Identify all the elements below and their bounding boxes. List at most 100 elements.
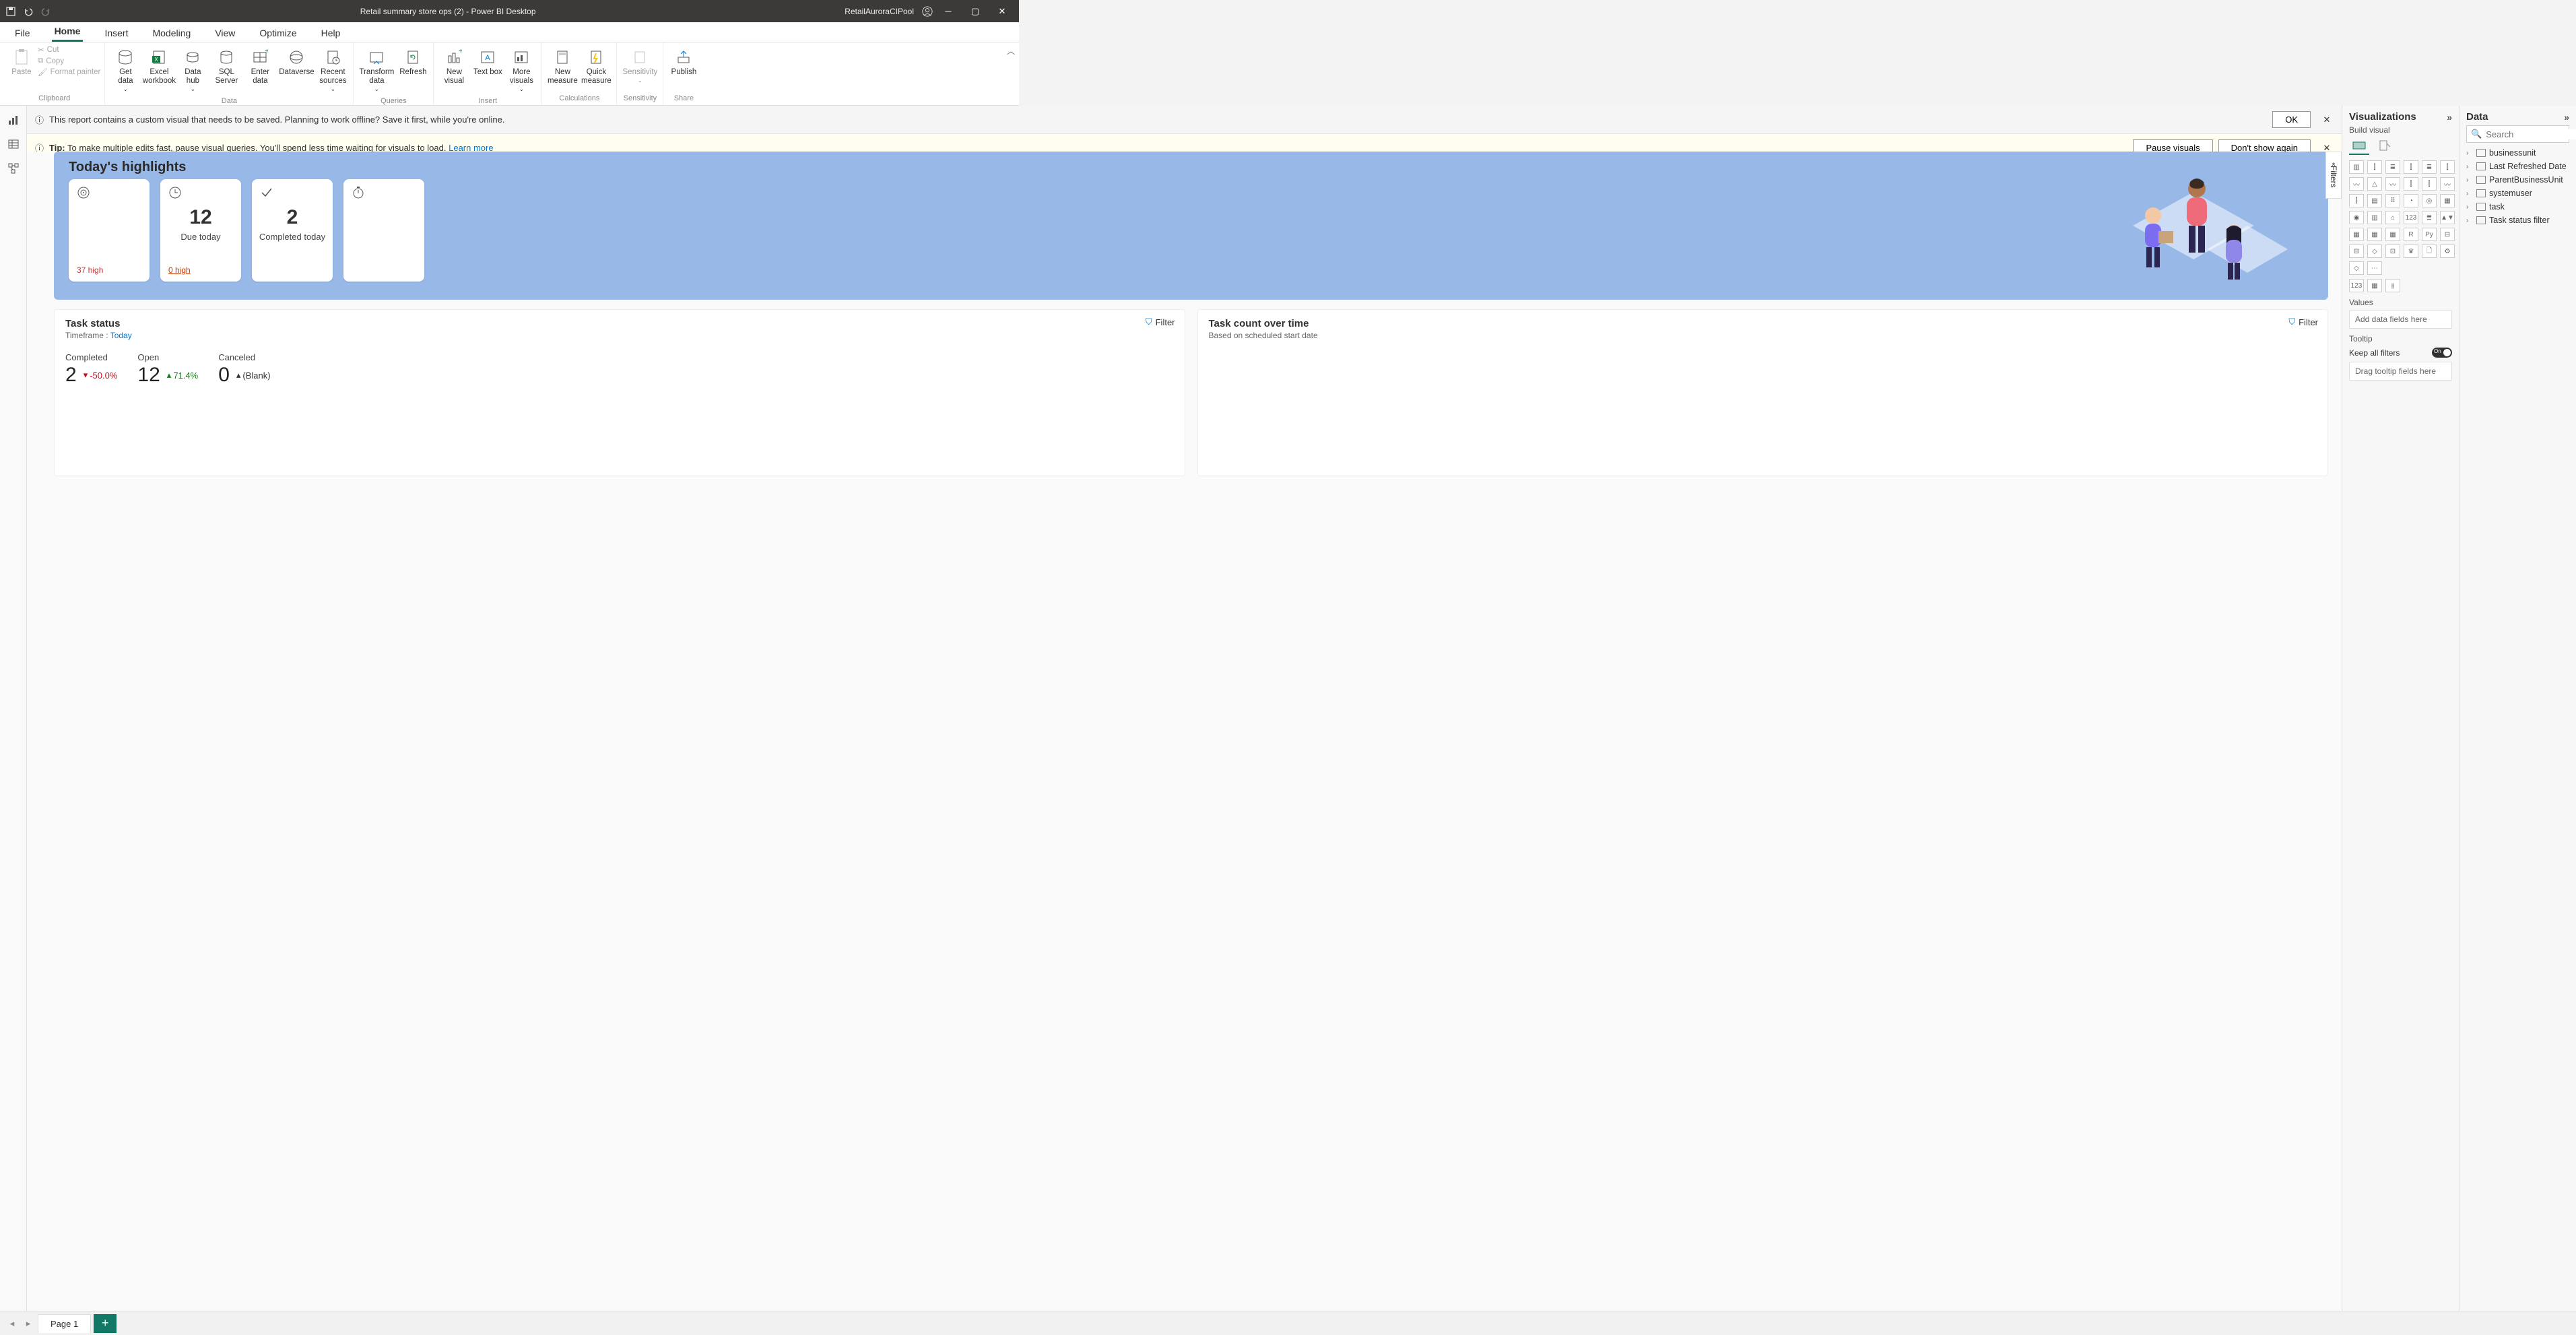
copy-button[interactable]: ⧉Copy bbox=[38, 57, 100, 65]
format-visual-tab[interactable] bbox=[2375, 137, 2395, 155]
cut-button[interactable]: ✂Cut bbox=[38, 45, 100, 55]
collapse-icon[interactable]: » bbox=[2447, 112, 2452, 123]
data-view-icon[interactable] bbox=[6, 137, 21, 152]
report-view-icon[interactable] bbox=[6, 112, 21, 127]
add-page-button[interactable]: + bbox=[94, 1314, 117, 1333]
search-input[interactable] bbox=[2486, 129, 2576, 139]
keep-filters-toggle[interactable]: On bbox=[2432, 348, 2452, 358]
viz-type-icon[interactable]: ▦ bbox=[2367, 228, 2382, 241]
viz-type-icon[interactable]: 123 bbox=[2404, 211, 2418, 224]
viz-type-icon[interactable]: ♛ bbox=[2404, 245, 2418, 258]
page-prev-icon[interactable]: ◂ bbox=[5, 1317, 19, 1330]
viz-type-icon[interactable]: ◎ bbox=[2422, 194, 2437, 207]
timeframe-link[interactable]: Today bbox=[110, 331, 132, 340]
viz-type-icon[interactable]: ▦ bbox=[2367, 279, 2382, 292]
viz-type-icon[interactable]: ⋯ bbox=[2367, 261, 2382, 275]
banner1-close-icon[interactable]: ✕ bbox=[2320, 113, 2334, 127]
refresh-button[interactable]: Refresh bbox=[397, 45, 429, 79]
undo-icon[interactable] bbox=[23, 6, 34, 17]
card-due-today[interactable]: 12 Due today 0 high bbox=[160, 179, 241, 282]
collapse-icon[interactable]: » bbox=[2564, 112, 2569, 123]
data-hub-button[interactable]: Data hub⌄ bbox=[176, 45, 209, 96]
viz-type-icon[interactable]: ▦ bbox=[2349, 228, 2364, 241]
viz-type-icon[interactable]: ⊟ bbox=[2440, 228, 2455, 241]
tab-optimize[interactable]: Optimize bbox=[257, 24, 299, 42]
paste-button[interactable]: Paste bbox=[5, 45, 38, 79]
card-stopwatch[interactable] bbox=[343, 179, 424, 282]
minimize-button[interactable]: ─ bbox=[937, 3, 960, 20]
viz-type-icon[interactable]: ⫿ bbox=[2404, 160, 2418, 174]
values-well[interactable]: Add data fields here bbox=[2349, 310, 2452, 329]
redo-icon[interactable] bbox=[40, 6, 51, 17]
transform-data-button[interactable]: Transform data⌄ bbox=[358, 45, 395, 96]
dataverse-button[interactable]: Dataverse bbox=[277, 45, 315, 79]
new-measure-button[interactable]: New measure bbox=[546, 45, 579, 88]
tooltip-well[interactable]: Drag tooltip fields here bbox=[2349, 362, 2452, 381]
maximize-button[interactable]: ▢ bbox=[964, 3, 987, 20]
viz-type-icon[interactable]: ▥ bbox=[2349, 160, 2364, 174]
viz-type-icon[interactable]: ⫿ bbox=[2349, 194, 2364, 207]
tab-file[interactable]: File bbox=[12, 24, 33, 42]
viz-type-icon[interactable]: 〰 bbox=[2349, 177, 2364, 191]
viz-type-icon[interactable]: ⌂ bbox=[2385, 211, 2400, 224]
report-canvas[interactable]: Today's highlights 37 high 12 Due today … bbox=[27, 152, 2342, 1311]
viz-type-icon[interactable]: ⫿ bbox=[2404, 177, 2418, 191]
viz-type-icon[interactable]: ▦ bbox=[2385, 228, 2400, 241]
tab-view[interactable]: View bbox=[212, 24, 238, 42]
filter-button[interactable]: ⛉Filter bbox=[2288, 317, 2318, 327]
card-target[interactable]: 37 high bbox=[69, 179, 150, 282]
filters-collapsed-tab[interactable]: « Filters bbox=[2325, 152, 2342, 199]
excel-button[interactable]: XExcel workbook bbox=[143, 45, 175, 88]
text-box-button[interactable]: AText box bbox=[471, 45, 504, 79]
close-window-button[interactable]: ✕ bbox=[991, 3, 1014, 20]
user-avatar-icon[interactable] bbox=[922, 6, 933, 17]
viz-type-icon[interactable]: ≣ bbox=[2422, 160, 2437, 174]
tab-insert[interactable]: Insert bbox=[102, 24, 131, 42]
viz-type-icon[interactable]: ≣ bbox=[2422, 211, 2437, 224]
viz-type-icon[interactable]: R bbox=[2404, 228, 2418, 241]
viz-type-icon[interactable]: 〰 bbox=[2385, 177, 2400, 191]
viz-type-icon[interactable]: ▦ bbox=[2440, 194, 2455, 207]
more-visuals-button[interactable]: More visuals⌄ bbox=[505, 45, 537, 96]
viz-type-icon[interactable]: ≣ bbox=[2385, 160, 2400, 174]
enter-data-button[interactable]: +Enter data bbox=[244, 45, 276, 88]
viz-type-icon[interactable]: 🗋 bbox=[2422, 245, 2437, 258]
filter-button[interactable]: ⛉Filter bbox=[1146, 317, 1175, 327]
panel-task-status[interactable]: ⛉Filter Task status Timeframe : Today Co… bbox=[54, 309, 1185, 476]
field-table[interactable]: ›task bbox=[2466, 202, 2569, 211]
viz-type-icon[interactable]: ⫿ bbox=[2367, 160, 2382, 174]
field-table[interactable]: ›Task status filter bbox=[2466, 216, 2569, 225]
viz-type-icon[interactable]: ◇ bbox=[2349, 261, 2364, 275]
viz-type-icon[interactable]: ▲▼ bbox=[2440, 211, 2455, 224]
tab-help[interactable]: Help bbox=[319, 24, 343, 42]
viz-type-icon[interactable]: ⫿ bbox=[2440, 160, 2455, 174]
publish-button[interactable]: Publish bbox=[667, 45, 700, 79]
save-icon[interactable] bbox=[5, 6, 16, 17]
viz-type-icon[interactable]: ⫵ bbox=[2385, 279, 2400, 292]
viz-type-icon[interactable]: ▤ bbox=[2367, 194, 2382, 207]
sensitivity-button[interactable]: Sensitivity⌄ bbox=[621, 45, 659, 87]
format-painter-button[interactable]: 🖌Format painter bbox=[38, 67, 100, 77]
viz-type-icon[interactable]: ▥ bbox=[2367, 211, 2382, 224]
viz-type-icon[interactable]: ◇ bbox=[2367, 245, 2382, 258]
quick-measure-button[interactable]: Quick measure bbox=[580, 45, 612, 88]
card-footnote[interactable]: 0 high bbox=[168, 265, 191, 275]
field-table[interactable]: ›systemuser bbox=[2466, 189, 2569, 198]
ribbon-collapse-icon[interactable]: ︿ bbox=[1007, 45, 1015, 57]
viz-type-icon[interactable]: ◔ bbox=[2404, 194, 2418, 207]
viz-type-icon[interactable]: ⚙ bbox=[2440, 245, 2455, 258]
panel-task-count[interactable]: ⛉Filter Task count over time Based on sc… bbox=[1197, 309, 2329, 476]
tab-home[interactable]: Home bbox=[52, 22, 84, 42]
viz-type-icon[interactable]: Py bbox=[2422, 228, 2437, 241]
page-next-icon[interactable]: ▸ bbox=[22, 1317, 35, 1330]
viz-type-icon[interactable]: ◉ bbox=[2349, 211, 2364, 224]
viz-type-icon[interactable]: ⊟ bbox=[2349, 245, 2364, 258]
viz-type-icon[interactable]: ⫿ bbox=[2422, 177, 2437, 191]
tab-modeling[interactable]: Modeling bbox=[150, 24, 193, 42]
sql-server-button[interactable]: SQL Server bbox=[210, 45, 242, 88]
field-table[interactable]: ›ParentBusinessUnit bbox=[2466, 175, 2569, 185]
field-table[interactable]: ›Last Refreshed Date bbox=[2466, 162, 2569, 171]
get-data-button[interactable]: Get data⌄ bbox=[109, 45, 141, 96]
new-visual-button[interactable]: +New visual bbox=[438, 45, 470, 88]
build-visual-tab[interactable] bbox=[2349, 137, 2369, 155]
